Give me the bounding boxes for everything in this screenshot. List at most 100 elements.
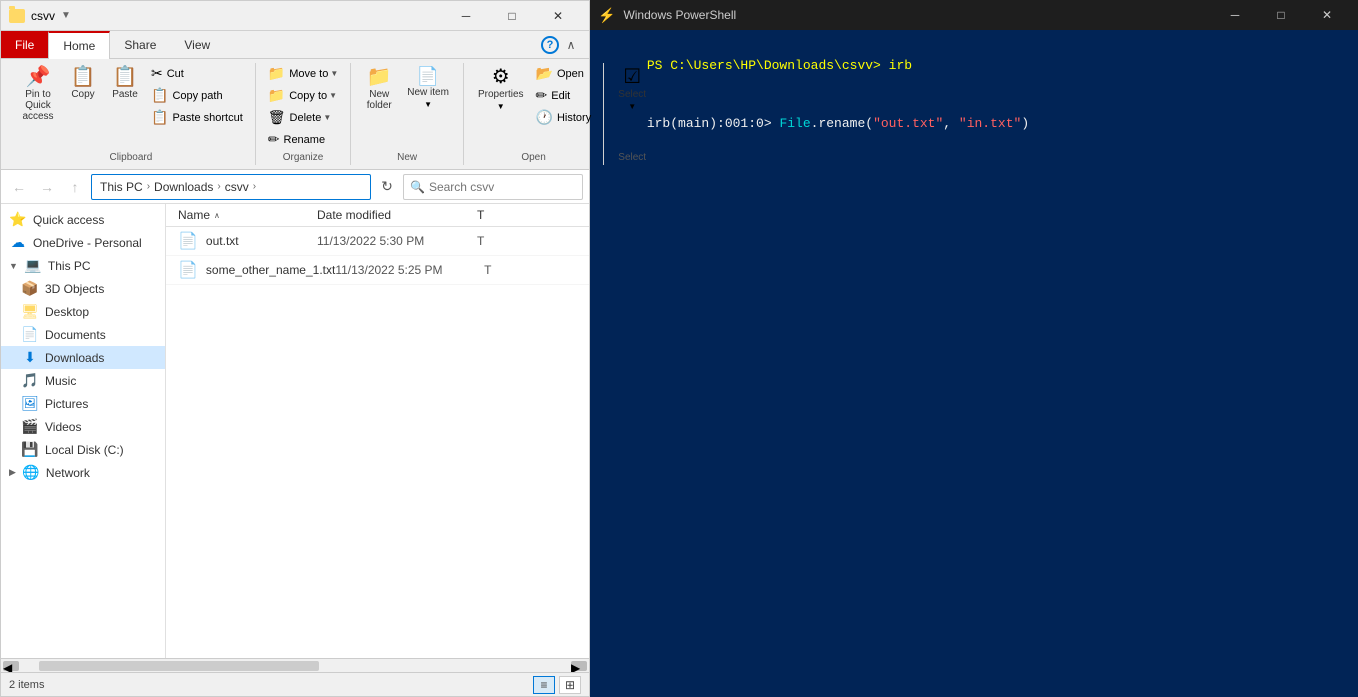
details-view-button[interactable]: ⊞	[559, 676, 581, 694]
pictures-icon: 🖼	[21, 395, 39, 412]
ps-title-controls: ─ □ ✕	[1212, 0, 1350, 30]
sidebar-item-downloads[interactable]: ⬇ Downloads	[1, 346, 165, 369]
sidebar-item-documents[interactable]: 📄 Documents	[1, 323, 165, 346]
search-input[interactable]	[429, 180, 576, 194]
sidebar-item-videos[interactable]: 🎬 Videos	[1, 415, 165, 438]
path-sep-3: ›	[253, 181, 256, 192]
address-path[interactable]: This PC › Downloads › csvv ›	[91, 174, 371, 200]
clipboard-group: 📌 Pin to Quick access 📋 Copy 📋 Paste	[7, 63, 256, 165]
open-button[interactable]: 📂 Open	[532, 63, 596, 84]
ps-minimize-button[interactable]: ─	[1212, 0, 1258, 30]
ps-content[interactable]: PS C:\Users\HP\Downloads\csvv> irb irb(m…	[590, 30, 1358, 697]
refresh-button[interactable]: ↻	[375, 175, 399, 199]
scroll-thumb[interactable]	[39, 661, 319, 671]
copy-path-icon: 📋	[151, 87, 168, 104]
col-name-header[interactable]: Name ∧	[178, 208, 317, 222]
path-downloads[interactable]: Downloads	[154, 180, 213, 194]
sidebar-item-this-pc[interactable]: ▼ 💻 This PC	[1, 254, 165, 277]
sidebar-item-quick-access[interactable]: ⭐ Quick access	[1, 208, 165, 231]
select-all-label: Select	[618, 89, 646, 100]
sort-arrow: ∧	[214, 211, 220, 220]
cut-button[interactable]: ✂ Cut	[147, 63, 247, 84]
desktop-label: Desktop	[45, 305, 89, 319]
paste-shortcut-button[interactable]: 📋 Paste shortcut	[147, 107, 247, 128]
path-this-pc[interactable]: This PC	[100, 180, 143, 194]
documents-label: Documents	[45, 328, 106, 342]
sidebar-item-onedrive[interactable]: ☁ OneDrive - Personal	[1, 231, 165, 254]
ribbon-collapse-button[interactable]: ∧	[559, 33, 583, 57]
pin-quick-access-button[interactable]: 📌 Pin to Quick access	[15, 63, 61, 126]
list-view-button[interactable]: ≡	[533, 676, 555, 694]
history-button[interactable]: 🕐 History	[532, 107, 596, 128]
scroll-left-btn[interactable]: ◀	[3, 661, 19, 671]
new-item-icon: 📄	[417, 67, 439, 85]
move-to-label: Move to	[289, 68, 328, 80]
ps-title-left: ⚡ Windows PowerShell	[598, 7, 736, 24]
move-to-button[interactable]: 📁 Move to ▼	[264, 63, 343, 84]
tab-view[interactable]: View	[170, 31, 224, 58]
maximize-button[interactable]: □	[489, 1, 535, 31]
new-folder-button[interactable]: 📁 New folder	[359, 63, 399, 115]
search-box[interactable]: 🔍	[403, 174, 583, 200]
properties-button[interactable]: ⚙ Properties ▼	[472, 63, 530, 115]
path-csvv[interactable]: csvv	[225, 180, 249, 194]
properties-chevron: ▼	[497, 102, 505, 111]
ps-prompt-2: irb(main):001:0>	[647, 116, 780, 131]
music-icon: 🎵	[21, 372, 39, 389]
clipboard-group-inner: 📌 Pin to Quick access 📋 Copy 📋 Paste	[15, 63, 247, 150]
copy-path-button[interactable]: 📋 Copy path	[147, 85, 247, 106]
sidebar-item-pictures[interactable]: 🖼 Pictures	[1, 392, 165, 415]
file-item-0[interactable]: 📄 out.txt 11/13/2022 5:30 PM T	[166, 227, 589, 256]
scroll-right-btn[interactable]: ▶	[571, 661, 587, 671]
close-button[interactable]: ✕	[535, 1, 581, 31]
sidebar-item-network[interactable]: ▶ 🌐 Network	[1, 461, 165, 484]
paste-button[interactable]: 📋 Paste	[105, 63, 145, 104]
path-sep-2: ›	[217, 181, 220, 192]
copy-label: Copy	[71, 89, 94, 100]
horizontal-scrollbar[interactable]: ◀ ▶	[1, 658, 589, 672]
sidebar-item-3d-objects[interactable]: 📦 3D Objects	[1, 277, 165, 300]
organize-group: 📁 Move to ▼ 📁 Copy to ▼ 🗑 Delete	[256, 63, 352, 165]
rename-button[interactable]: ✏ Rename	[264, 129, 343, 150]
select-chevron: ▼	[628, 102, 636, 111]
ps-maximize-button[interactable]: □	[1258, 0, 1304, 30]
file-list: Name ∧ Date modified T 📄 out.txt 11/13/2…	[166, 204, 589, 658]
open-label: Open	[557, 68, 584, 80]
desktop-icon: 🖥	[21, 303, 39, 320]
delete-label: Delete	[290, 112, 322, 124]
copy-button[interactable]: 📋 Copy	[63, 63, 103, 104]
onedrive-icon: ☁	[9, 234, 27, 251]
col-date-header[interactable]: Date modified	[317, 208, 477, 222]
ps-window-icon: ⚡	[598, 7, 615, 24]
forward-button[interactable]: →	[35, 175, 59, 199]
select-all-button[interactable]: ☑ Select ▼	[612, 63, 652, 115]
ribbon-content: 📌 Pin to Quick access 📋 Copy 📋 Paste	[1, 59, 589, 169]
quick-access-arrow: ▼	[61, 10, 71, 21]
ps-close-button[interactable]: ✕	[1304, 0, 1350, 30]
file-name-0: out.txt	[206, 234, 317, 248]
tab-file[interactable]: File	[1, 31, 48, 58]
edit-button[interactable]: ✏ Edit	[532, 85, 596, 106]
up-button[interactable]: ↑	[63, 175, 87, 199]
help-button[interactable]: ?	[541, 36, 559, 54]
tab-share[interactable]: Share	[110, 31, 170, 58]
copy-to-button[interactable]: 📁 Copy to ▼	[264, 85, 343, 106]
local-disk-label: Local Disk (C:)	[45, 443, 124, 457]
file-icon-0: 📄	[178, 231, 198, 251]
downloads-label: Downloads	[45, 351, 104, 365]
file-item-1[interactable]: 📄 some_other_name_1.txt 11/13/2022 5:25 …	[166, 256, 589, 285]
tab-home[interactable]: Home	[48, 31, 110, 59]
sidebar-item-desktop[interactable]: 🖥 Desktop	[1, 300, 165, 323]
sidebar-item-local-disk[interactable]: 💾 Local Disk (C:)	[1, 438, 165, 461]
new-folder-label: New folder	[367, 89, 392, 111]
pin-icon: 📌	[26, 67, 51, 87]
col-date-label: Date modified	[317, 208, 391, 222]
back-button[interactable]: ←	[7, 175, 31, 199]
new-item-button[interactable]: 📄 New item ▼	[401, 63, 455, 113]
minimize-button[interactable]: ─	[443, 1, 489, 31]
sidebar-item-music[interactable]: 🎵 Music	[1, 369, 165, 392]
music-label: Music	[45, 374, 76, 388]
delete-button[interactable]: 🗑 Delete ▼	[264, 107, 343, 128]
col-type-header[interactable]: T	[477, 208, 577, 222]
copy-icon: 📋	[71, 67, 96, 87]
